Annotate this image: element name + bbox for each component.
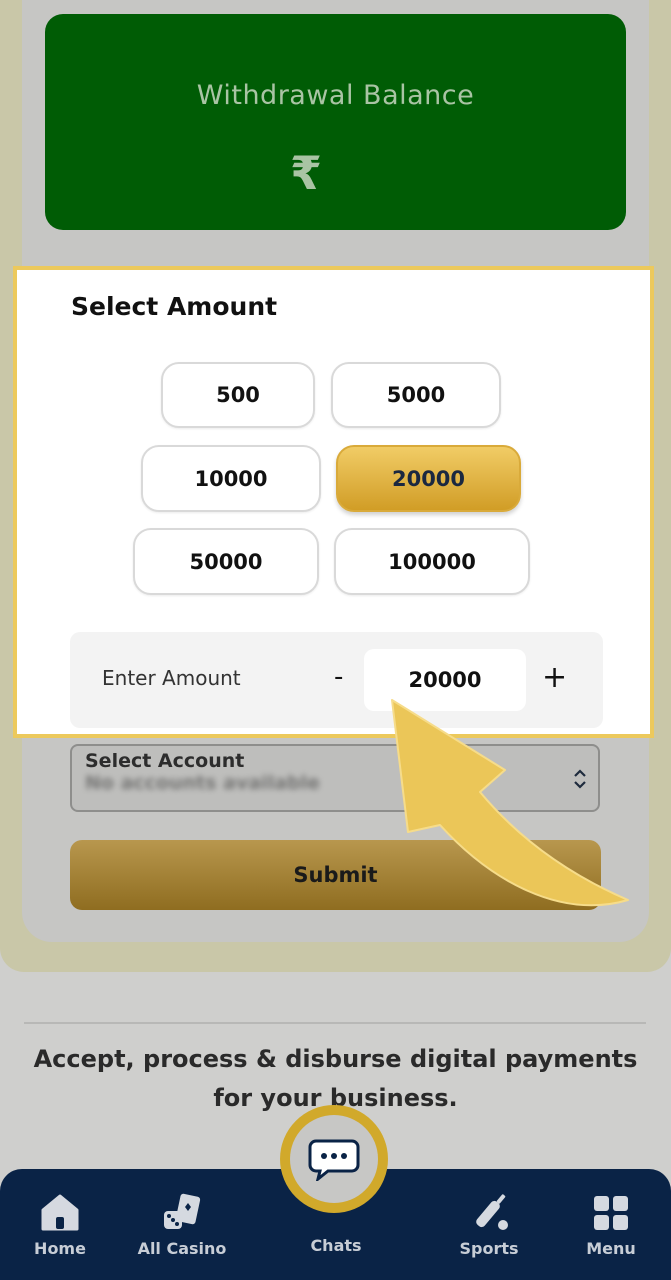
casino-icon [127,1193,237,1233]
nav-chats-label: Chats [310,1236,362,1255]
amount-button-10000[interactable]: 10000 [141,445,321,512]
select-amount-panel: Select Amount 500 5000 10000 20000 50000… [13,266,654,738]
amount-button-500[interactable]: 500 [161,362,315,428]
nav-menu[interactable]: Menu [556,1169,666,1280]
divider [24,1022,646,1024]
nav-all-casino[interactable]: All Casino [127,1169,237,1280]
amount-button-100000[interactable]: 100000 [334,528,530,595]
nav-sports[interactable]: Sports [434,1169,544,1280]
cricket-icon [434,1193,544,1233]
enter-amount-label: Enter Amount [102,666,241,690]
select-account-label: Select Account [85,750,245,772]
nav-home-label: Home [34,1239,86,1258]
nav-sports-label: Sports [459,1239,519,1258]
home-icon [5,1193,115,1233]
increment-button[interactable]: + [542,660,567,695]
chat-bubble-icon [308,1139,360,1181]
select-amount-title: Select Amount [71,292,278,321]
balance-title: Withdrawal Balance [196,80,475,111]
submit-button[interactable]: Submit [70,840,601,910]
select-account-value: No accounts available [85,772,320,794]
chat-button-inner [290,1115,378,1203]
decrement-button[interactable]: - [334,662,343,692]
nav-home[interactable]: Home [5,1169,115,1280]
amount-button-20000-selected[interactable]: 20000 [336,445,521,512]
amount-button-5000[interactable]: 5000 [331,362,501,428]
enter-amount-row: Enter Amount - 20000 + [70,632,603,728]
amount-input[interactable]: 20000 [364,649,526,711]
chevron-updown-icon [572,768,588,791]
nav-menu-label: Menu [586,1239,636,1258]
withdrawal-balance-card: Withdrawal Balance ₹ [45,14,626,230]
chat-button[interactable] [280,1105,388,1213]
select-account-dropdown[interactable]: Select Account No accounts available [70,744,600,812]
nav-all-casino-label: All Casino [137,1239,227,1258]
grid-menu-icon [556,1193,666,1233]
amount-button-50000[interactable]: 50000 [133,528,319,595]
rupee-symbol: ₹ [290,146,323,200]
